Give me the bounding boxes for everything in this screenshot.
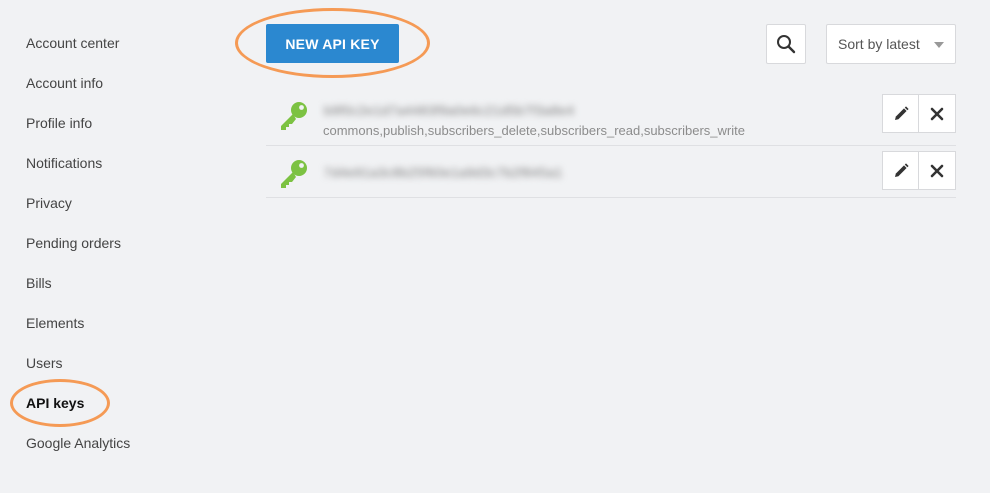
sidebar-item-notifications[interactable]: Notifications <box>26 143 206 183</box>
sort-select-value: Sort by latest <box>838 36 920 52</box>
sidebar-item-privacy[interactable]: Privacy <box>26 183 206 223</box>
sidebar-item-account-center[interactable]: Account center <box>26 23 206 63</box>
close-icon <box>930 107 944 120</box>
sidebar-item-elements[interactable]: Elements <box>26 303 206 343</box>
delete-key-button[interactable] <box>919 151 956 190</box>
sidebar-nav: Account center Account info Profile info… <box>10 23 206 463</box>
api-key-value: b9f0c2e1d7a4483f9a0e6c21d5b7f3a8e4 <box>324 103 575 118</box>
sidebar-item-bills[interactable]: Bills <box>26 263 206 303</box>
new-api-key-button[interactable]: NEW API KEY <box>266 24 399 63</box>
api-key-scopes: commons,publish,subscribers_delete,subsc… <box>323 123 745 138</box>
api-key-value: 7d4e91a3c8b25f60e1a9d3c7b2f845a1 <box>324 165 563 180</box>
search-button[interactable] <box>766 24 806 64</box>
sidebar-item-pending-orders[interactable]: Pending orders <box>26 223 206 263</box>
edit-key-button[interactable] <box>882 94 919 133</box>
close-icon <box>930 164 944 177</box>
search-icon <box>777 35 796 54</box>
sort-select[interactable]: Sort by latest <box>826 24 956 64</box>
pencil-icon <box>894 105 909 120</box>
sidebar-item-google-analytics[interactable]: Google Analytics <box>26 423 206 463</box>
sidebar-item-profile-info[interactable]: Profile info <box>26 103 206 143</box>
api-key-list: b9f0c2e1d7a4483f9a0e6c21d5b7f3a8e4 commo… <box>266 88 956 198</box>
api-keys-page: Account center Account info Profile info… <box>0 0 990 493</box>
sidebar-item-account-info[interactable]: Account info <box>26 63 206 103</box>
key-icon <box>281 160 307 188</box>
caret-down-icon <box>934 42 944 48</box>
delete-key-button[interactable] <box>919 94 956 133</box>
edit-key-button[interactable] <box>882 151 919 190</box>
key-icon <box>281 102 307 130</box>
pencil-icon <box>894 162 909 177</box>
row-actions <box>882 151 956 190</box>
api-key-row: b9f0c2e1d7a4483f9a0e6c21d5b7f3a8e4 commo… <box>266 88 956 146</box>
sidebar-item-api-keys[interactable]: API keys <box>10 379 206 427</box>
api-key-row: 7d4e91a3c8b25f60e1a9d3c7b2f845a1 <box>266 146 956 198</box>
sidebar-item-users[interactable]: Users <box>26 343 206 383</box>
row-actions <box>882 94 956 133</box>
sidebar-item-label: API keys <box>26 395 85 411</box>
new-key-area: NEW API KEY <box>235 8 430 78</box>
